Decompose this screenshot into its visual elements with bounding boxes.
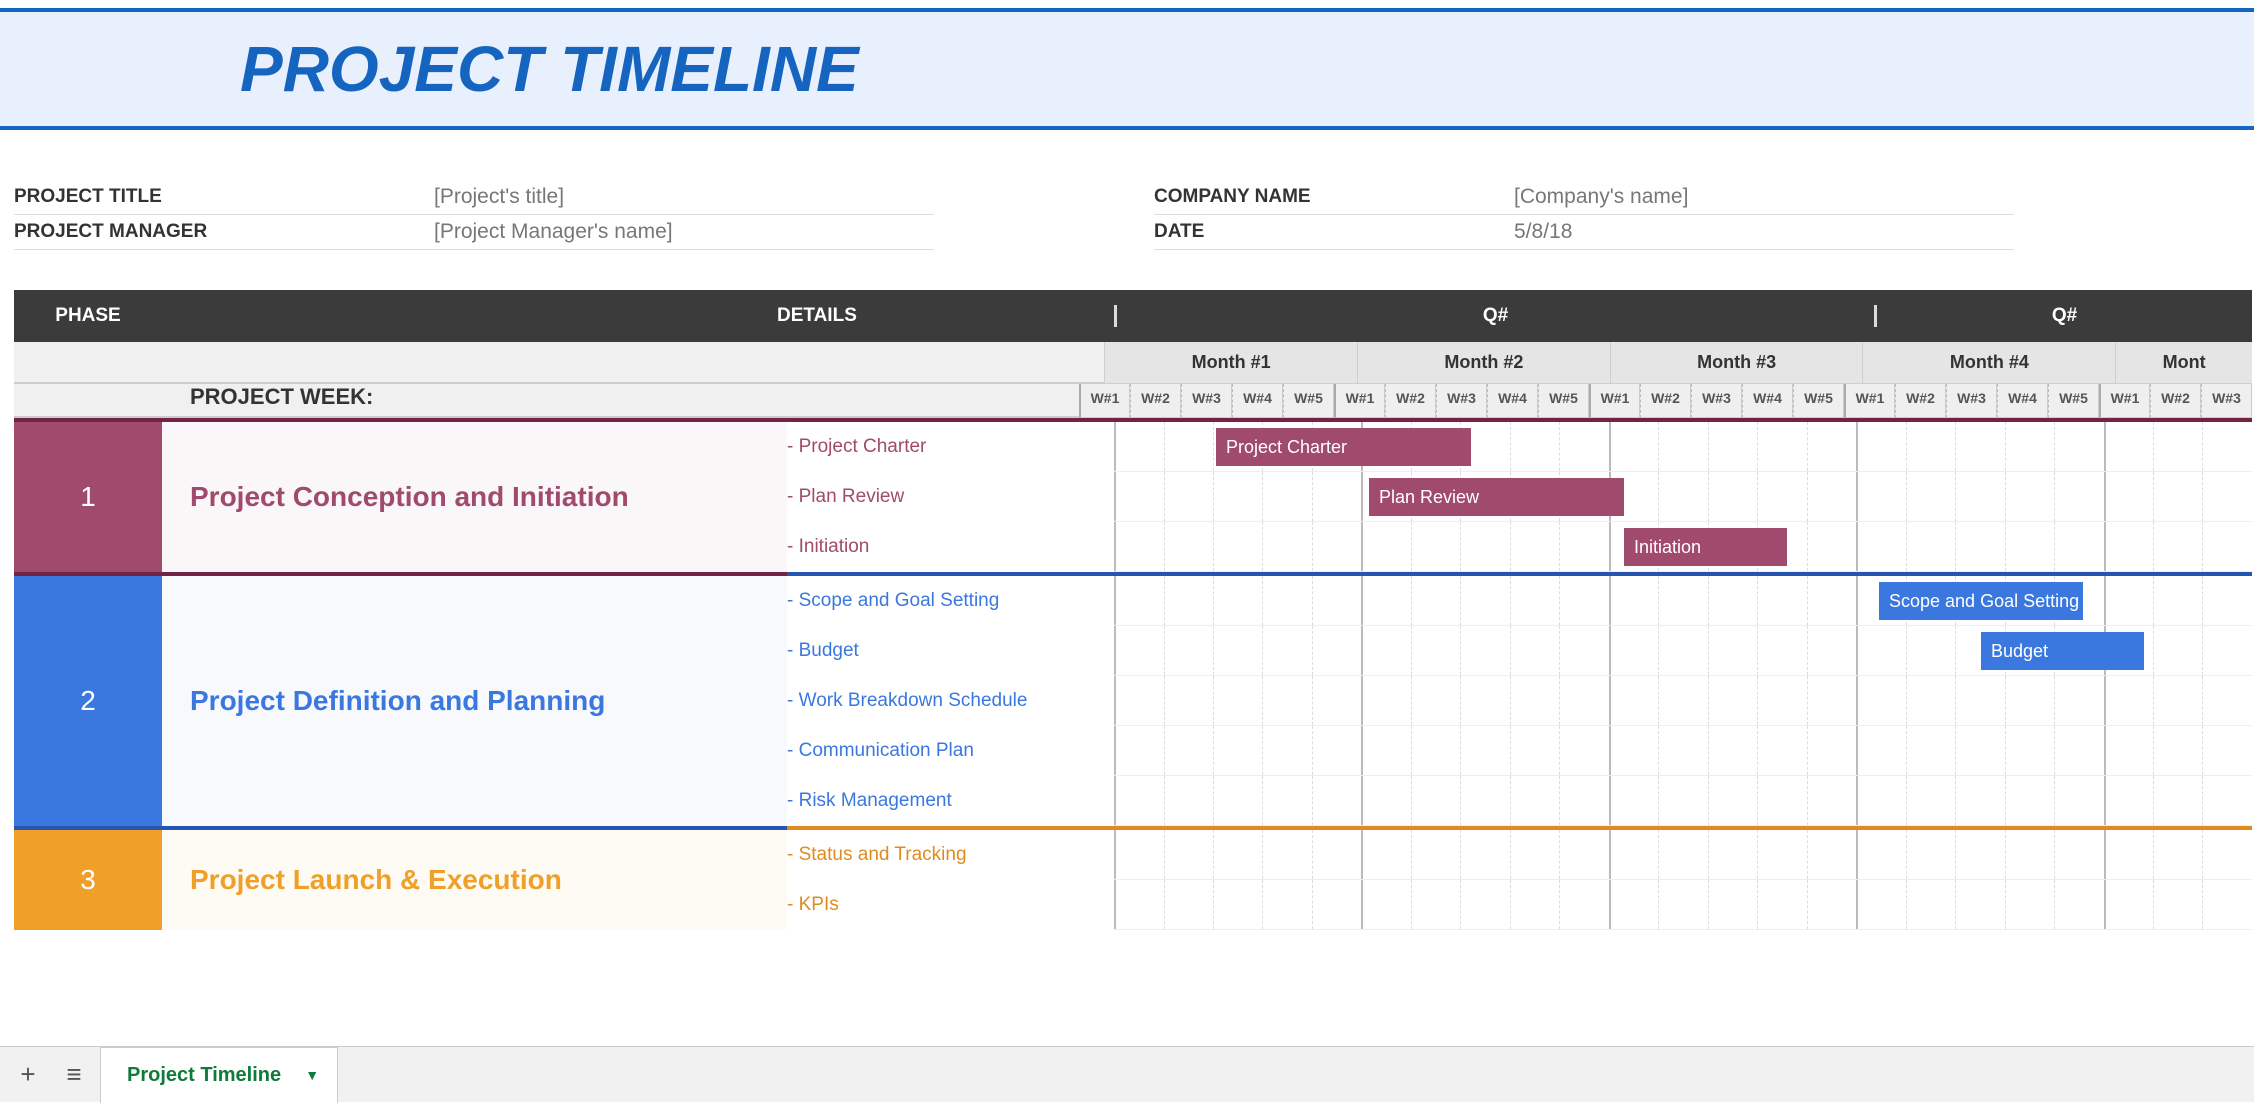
project-week-label: PROJECT WEEK: — [190, 384, 373, 410]
menu-icon: ≡ — [66, 1059, 81, 1090]
phase-detail-item[interactable]: - Scope and Goal Setting — [787, 576, 1114, 626]
header-week-cell: W#5 — [1283, 384, 1334, 418]
add-sheet-button[interactable]: + — [8, 1055, 48, 1095]
phase-block: 2Project Definition and Planning- Scope … — [14, 576, 2252, 830]
title-banner: PROJECT TIMELINE — [0, 8, 2254, 130]
phase-title: Project Definition and Planning — [162, 576, 787, 830]
meta-row-company-name: COMPANY NAME [Company's name] — [1154, 180, 2014, 215]
header-week-cell: W#2 — [1130, 384, 1181, 418]
gantt-row[interactable] — [1114, 830, 2252, 880]
meta-label: PROJECT TITLE — [14, 186, 434, 208]
header-week-cell: W#2 — [1385, 384, 1436, 418]
header-week-cell: W#1 — [1079, 384, 1130, 418]
header-quarter-2: Q# — [1874, 305, 2252, 327]
header-week-cell: W#3 — [1181, 384, 1232, 418]
meta-label: PROJECT MANAGER — [14, 221, 434, 243]
gantt-row[interactable]: Scope and Goal Setting — [1114, 576, 2252, 626]
meta-label: COMPANY NAME — [1154, 186, 1514, 208]
phase-detail-item[interactable]: - Work Breakdown Schedule — [787, 676, 1114, 726]
gantt-bar[interactable]: Project Charter — [1216, 428, 1471, 466]
gantt-row[interactable] — [1114, 880, 2252, 930]
header-week-cell: W#3 — [2201, 384, 2252, 418]
sheet-tab-active[interactable]: Project Timeline ▼ — [100, 1047, 338, 1103]
header-month: Month #4 — [1862, 342, 2115, 384]
header-row-dark: PHASE DETAILS Q# Q# — [14, 290, 2252, 342]
gantt-bar[interactable]: Initiation — [1624, 528, 1787, 566]
phase-detail-item[interactable]: - Plan Review — [787, 472, 1114, 522]
gantt-row[interactable]: Budget — [1114, 626, 2252, 676]
meta-value[interactable]: 5/8/18 — [1514, 220, 2014, 244]
document-title: PROJECT TIMELINE — [240, 32, 2254, 106]
header-week-cell: W#4 — [1487, 384, 1538, 418]
meta-fields: PROJECT TITLE [Project's title] PROJECT … — [0, 130, 2254, 290]
gantt-row[interactable]: Project Charter — [1114, 422, 2252, 472]
phase-detail-item[interactable]: - KPIs — [787, 880, 1114, 930]
header-week-cell: W#3 — [1946, 384, 1997, 418]
phase-detail-item[interactable]: - Budget — [787, 626, 1114, 676]
phase-block: 3Project Launch & Execution- Status and … — [14, 830, 2252, 930]
meta-value[interactable]: [Project Manager's name] — [434, 220, 934, 244]
all-sheets-button[interactable]: ≡ — [54, 1055, 94, 1095]
meta-row-date: DATE 5/8/18 — [1154, 215, 2014, 250]
header-week-cell: W#2 — [1895, 384, 1946, 418]
phase-detail-item[interactable]: - Initiation — [787, 522, 1114, 572]
header-week-cell: W#2 — [1640, 384, 1691, 418]
header-week-cell: W#1 — [2099, 384, 2150, 418]
header-week-cell: W#1 — [1334, 384, 1385, 418]
phase-block: 1Project Conception and Initiation- Proj… — [14, 418, 2252, 576]
meta-row-project-title: PROJECT TITLE [Project's title] — [14, 180, 934, 215]
gantt-row[interactable]: Plan Review — [1114, 472, 2252, 522]
header-month: Month #3 — [1610, 342, 1863, 384]
gantt-row[interactable] — [1114, 676, 2252, 726]
timeline-table: PHASE DETAILS Q# Q# Month #1 Month #2 Mo… — [14, 290, 2252, 1080]
header-phase: PHASE — [14, 305, 162, 327]
header-week-cell: W#5 — [1793, 384, 1844, 418]
gantt-row[interactable] — [1114, 776, 2252, 826]
phase-number: 3 — [14, 830, 162, 930]
header-week-cell: W#4 — [1232, 384, 1283, 418]
header-week-cell: W#4 — [1742, 384, 1793, 418]
meta-row-project-manager: PROJECT MANAGER [Project Manager's name] — [14, 215, 934, 250]
phase-detail-item[interactable]: - Status and Tracking — [787, 830, 1114, 880]
gantt-row[interactable] — [1114, 726, 2252, 776]
header-week-cell: W#2 — [2150, 384, 2201, 418]
gantt-bar[interactable]: Budget — [1981, 632, 2144, 670]
header-month: Month #2 — [1357, 342, 1610, 384]
gantt-bar[interactable]: Plan Review — [1369, 478, 1624, 516]
phase-title: Project Conception and Initiation — [162, 418, 787, 576]
gantt-area — [1114, 830, 2252, 930]
meta-label: DATE — [1154, 221, 1514, 243]
header-row-months: Month #1 Month #2 Month #3 Month #4 Mont — [14, 342, 2252, 384]
header-week-cell: W#5 — [1538, 384, 1589, 418]
phase-detail-item[interactable]: - Risk Management — [787, 776, 1114, 826]
header-quarter-1: Q# — [1114, 305, 1874, 327]
phase-detail-item[interactable]: - Project Charter — [787, 422, 1114, 472]
phase-number: 2 — [14, 576, 162, 830]
header-row-weeks: PROJECT WEEK: W#1W#2W#3W#4W#5W#1W#2W#3W#… — [14, 384, 2252, 418]
plus-icon: + — [20, 1059, 35, 1090]
gantt-bar[interactable]: Scope and Goal Setting — [1879, 582, 2083, 620]
meta-value[interactable]: [Project's title] — [434, 185, 934, 209]
chevron-down-icon: ▼ — [305, 1067, 319, 1083]
header-week-cell: W#5 — [2048, 384, 2099, 418]
gantt-row[interactable]: Initiation — [1114, 522, 2252, 572]
meta-value[interactable]: [Company's name] — [1514, 185, 2014, 209]
phase-detail-item[interactable]: - Communication Plan — [787, 726, 1114, 776]
gantt-area: Scope and Goal Setting Budget — [1114, 576, 2252, 830]
header-month: Month #1 — [1104, 342, 1357, 384]
header-week-cell: W#1 — [1844, 384, 1895, 418]
phase-title: Project Launch & Execution — [162, 830, 787, 930]
header-week-cell: W#4 — [1997, 384, 2048, 418]
phase-number: 1 — [14, 418, 162, 576]
header-month: Mont — [2115, 342, 2252, 384]
header-week-cell: W#3 — [1436, 384, 1487, 418]
header-week-cell: W#3 — [1691, 384, 1742, 418]
header-week-cell: W#1 — [1589, 384, 1640, 418]
sheet-tab-label: Project Timeline — [127, 1064, 281, 1087]
gantt-area: Project Charter Plan ReviewInitiation — [1114, 418, 2252, 576]
header-details: DETAILS — [162, 305, 1114, 327]
